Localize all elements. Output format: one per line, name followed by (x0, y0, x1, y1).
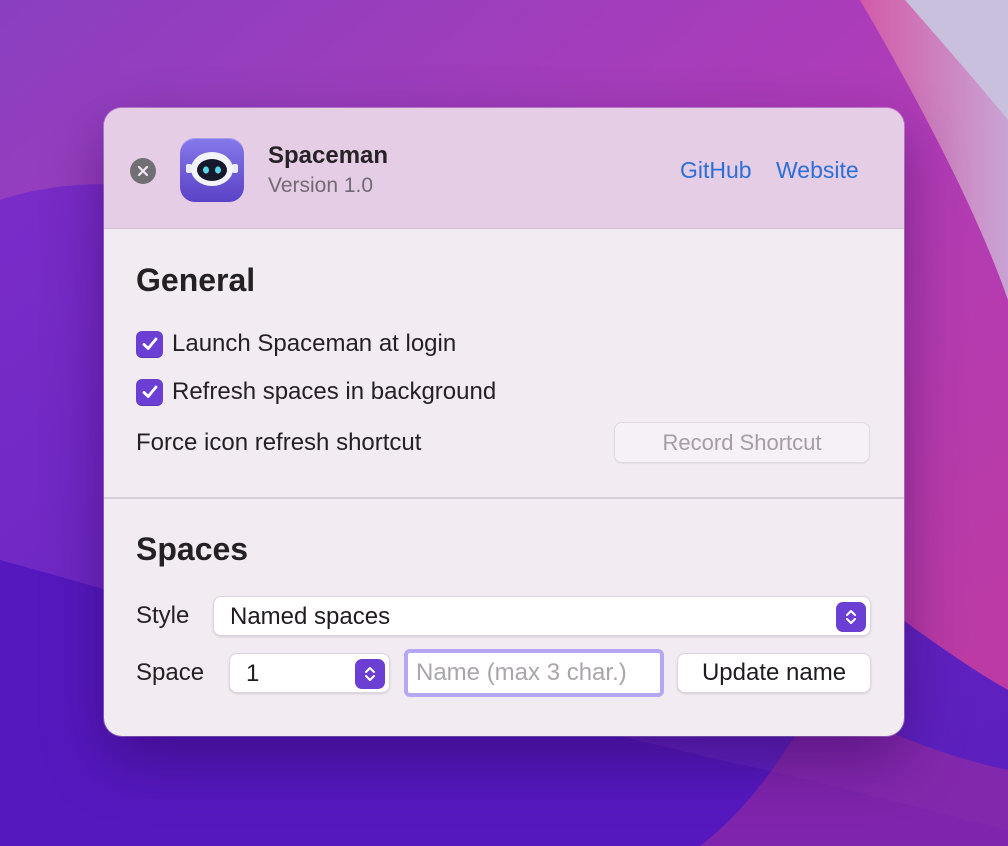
app-version: Version 1.0 (268, 174, 374, 197)
general-section-title: General (136, 262, 256, 298)
record-shortcut-button[interactable]: Record Shortcut (614, 422, 870, 463)
checkmark-icon (142, 385, 157, 398)
refresh-background-row[interactable]: Refresh spaces in background (136, 377, 496, 407)
refresh-background-checkbox[interactable] (136, 378, 163, 406)
github-link[interactable]: GitHub (680, 157, 752, 184)
space-popup-value: 1 (246, 660, 260, 687)
spaceman-robot-icon (180, 138, 244, 202)
close-icon[interactable] (130, 158, 156, 184)
launch-at-login-row[interactable]: Launch Spaceman at login (136, 329, 456, 359)
window-header: Spaceman Version 1.0 GitHub Website (104, 108, 904, 229)
section-divider (104, 497, 904, 499)
chevron-up-down-icon (836, 602, 866, 632)
update-name-button[interactable]: Update name (677, 653, 871, 693)
chevron-up-down-icon (355, 659, 385, 689)
style-popup[interactable]: Named spaces (213, 596, 871, 636)
preferences-window: Spaceman Version 1.0 GitHub Website Gene… (104, 108, 904, 736)
launch-at-login-checkbox[interactable] (136, 330, 163, 358)
checkmark-icon (142, 337, 157, 350)
shortcut-label: Force icon refresh shortcut (136, 429, 422, 456)
app-name: Spaceman (268, 142, 389, 169)
space-name-input[interactable] (404, 649, 664, 697)
space-label: Space (136, 659, 205, 686)
style-label: Style (136, 602, 190, 629)
website-link[interactable]: Website (776, 157, 859, 184)
refresh-background-label: Refresh spaces in background (172, 378, 497, 405)
launch-at-login-label: Launch Spaceman at login (172, 330, 457, 357)
style-popup-value: Named spaces (230, 603, 391, 630)
space-popup[interactable]: 1 (229, 653, 390, 693)
spaces-section-title: Spaces (136, 531, 249, 567)
